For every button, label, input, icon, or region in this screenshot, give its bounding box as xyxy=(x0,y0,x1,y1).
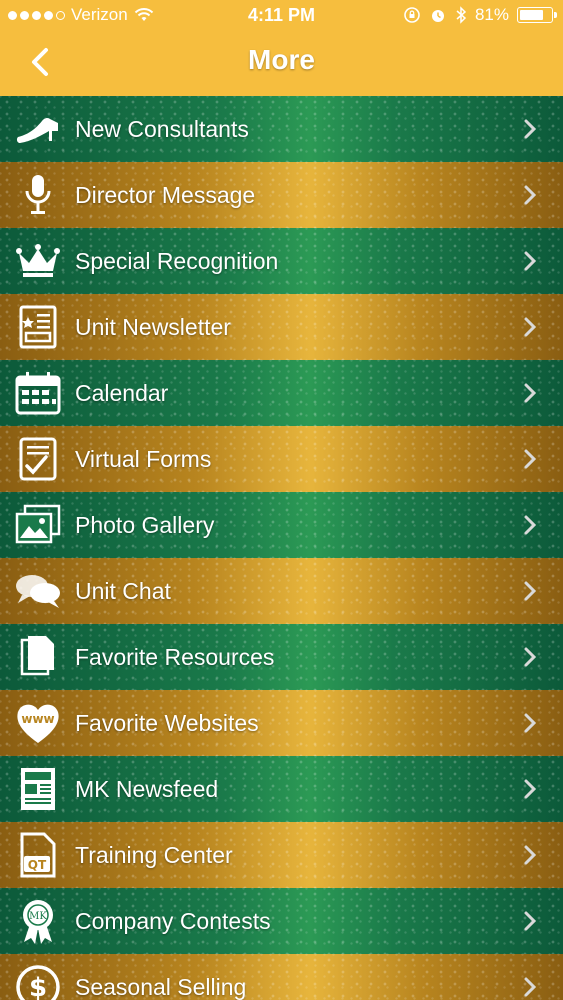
dollar-icon: $ xyxy=(14,963,62,1000)
chevron-right-icon xyxy=(524,647,537,667)
microphone-icon xyxy=(14,171,62,219)
menu-item-label: Special Recognition xyxy=(75,247,279,274)
crown-icon xyxy=(14,237,62,285)
chat-bubbles-icon xyxy=(14,567,62,615)
chevron-right-icon xyxy=(524,119,537,139)
chevron-right-icon xyxy=(524,779,537,799)
battery-icon xyxy=(517,7,557,23)
chevron-right-icon xyxy=(524,383,537,403)
menu-item-unit-newsletter[interactable]: Unit Newsletter xyxy=(0,294,563,360)
qt-document-icon: QT xyxy=(14,831,62,879)
menu-item-label: Calendar xyxy=(75,379,169,406)
high-heel-icon xyxy=(14,105,62,153)
page-title: More xyxy=(248,44,315,75)
chevron-right-icon xyxy=(524,977,537,997)
alarm-icon xyxy=(431,10,444,22)
menu-item-label: Photo Gallery xyxy=(75,511,215,538)
menu-item-unit-chat[interactable]: Unit Chat xyxy=(0,558,563,624)
chevron-right-icon xyxy=(524,911,537,931)
header: Verizon 4:11 PM 81% More xyxy=(0,0,563,96)
checklist-icon xyxy=(14,435,62,483)
menu-list: New Consultants Director Message Special… xyxy=(0,96,563,1000)
newsletter-icon xyxy=(14,303,62,351)
menu-item-label: MK Newsfeed xyxy=(75,775,219,802)
svg-text:$: $ xyxy=(29,973,47,1000)
menu-item-favorite-websites[interactable]: www Favorite Websites xyxy=(0,690,563,756)
svg-text:www: www xyxy=(21,712,54,726)
newspaper-icon xyxy=(14,765,62,813)
chevron-right-icon xyxy=(524,713,537,733)
chevron-right-icon xyxy=(524,449,537,469)
battery-fill xyxy=(520,10,544,20)
menu-item-label: Company Contests xyxy=(75,907,271,934)
chevron-right-icon xyxy=(524,515,537,535)
svg-text:MK: MK xyxy=(29,911,47,922)
menu-item-label: Favorite Resources xyxy=(75,643,275,670)
menu-item-label: Seasonal Selling xyxy=(75,973,247,1000)
menu-item-label: Unit Chat xyxy=(75,577,171,604)
menu-item-label: Director Message xyxy=(75,181,256,208)
bluetooth-icon xyxy=(456,6,467,24)
www-heart-icon: www xyxy=(14,699,62,747)
menu-item-label: Favorite Websites xyxy=(75,709,259,736)
menu-item-seasonal-selling[interactable]: $ Seasonal Selling xyxy=(0,954,563,1000)
menu-item-calendar[interactable]: Calendar xyxy=(0,360,563,426)
menu-item-new-consultants[interactable]: New Consultants xyxy=(0,96,563,162)
menu-item-label: New Consultants xyxy=(75,115,249,142)
rotation-lock-icon xyxy=(404,7,420,23)
menu-item-company-contests[interactable]: MK Company Contests xyxy=(0,888,563,954)
menu-item-training-center[interactable]: QT Training Center xyxy=(0,822,563,888)
menu-item-mk-newsfeed[interactable]: MK Newsfeed xyxy=(0,756,563,822)
menu-item-label: Unit Newsletter xyxy=(75,313,231,340)
chevron-right-icon xyxy=(524,581,537,601)
menu-item-photo-gallery[interactable]: Photo Gallery xyxy=(0,492,563,558)
status-bar: Verizon 4:11 PM 81% xyxy=(0,0,563,30)
menu-item-director-message[interactable]: Director Message xyxy=(0,162,563,228)
chevron-right-icon xyxy=(524,317,537,337)
menu-item-label: Training Center xyxy=(75,841,233,868)
menu-item-virtual-forms[interactable]: Virtual Forms xyxy=(0,426,563,492)
battery-percent: 81% xyxy=(474,5,509,24)
nav-bar: More xyxy=(0,30,563,96)
documents-icon xyxy=(14,633,62,681)
photos-icon xyxy=(14,501,62,549)
chevron-right-icon xyxy=(524,845,537,865)
calendar-icon xyxy=(14,369,62,417)
chevron-right-icon xyxy=(524,251,537,271)
menu-item-label: Virtual Forms xyxy=(75,445,212,472)
chevron-right-icon xyxy=(524,185,537,205)
mk-ribbon-icon: MK xyxy=(14,897,62,945)
svg-text:QT: QT xyxy=(28,858,47,872)
menu-item-special-recognition[interactable]: Special Recognition xyxy=(0,228,563,294)
menu-item-favorite-resources[interactable]: Favorite Resources xyxy=(0,624,563,690)
